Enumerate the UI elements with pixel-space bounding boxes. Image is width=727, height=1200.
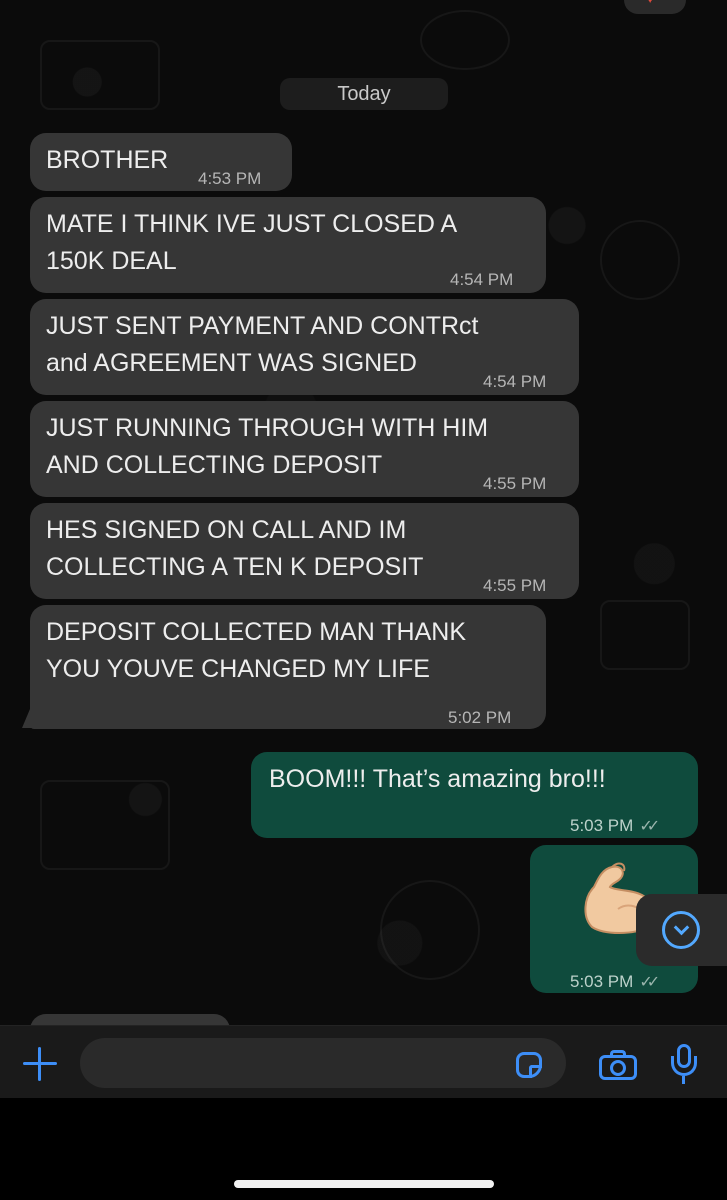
- message-text: HES SIGNED ON CALL AND IM COLLECTING A T…: [46, 516, 424, 581]
- message-bubble[interactable]: JUST RUNNING THROUGH WITH HIM AND COLLEC…: [30, 401, 579, 497]
- partial-message-bubble: [30, 1014, 230, 1025]
- chevron-down-icon: [662, 911, 700, 949]
- wallpaper-doodle: [380, 880, 480, 980]
- message-meta: 5:03 PM ✓✓: [570, 807, 660, 845]
- message-bubble[interactable]: HES SIGNED ON CALL AND IM COLLECTING A T…: [30, 503, 579, 599]
- message-composer: [0, 1025, 727, 1098]
- message-bubble-outgoing[interactable]: BOOM!!! That’s amazing bro!!! 5:03 PM ✓✓: [251, 752, 698, 838]
- chat-area[interactable]: ♥ Today BROTHER 4:53 PM MATE I THINK IVE…: [0, 0, 727, 1025]
- scroll-to-bottom-button[interactable]: [636, 894, 727, 966]
- message-time: 5:02 PM: [448, 708, 512, 727]
- message-time: 5:03 PM: [570, 816, 634, 835]
- message-bubble[interactable]: BROTHER 4:53 PM: [30, 133, 292, 191]
- wallpaper-doodle: [420, 10, 510, 70]
- message-text: DEPOSIT COLLECTED MAN THANK YOU YOUVE CH…: [46, 618, 466, 683]
- camera-icon[interactable]: [599, 1050, 637, 1080]
- message-time: 4:55 PM: [483, 474, 547, 493]
- message-bubble[interactable]: DEPOSIT COLLECTED MAN THANK YOU YOUVE CH…: [30, 605, 546, 729]
- wallpaper-doodle: [40, 40, 160, 110]
- home-indicator[interactable]: [234, 1180, 494, 1188]
- message-meta: 5:03 PM ✓✓: [570, 963, 660, 1001]
- message-text: JUST RUNNING THROUGH WITH HIM AND COLLEC…: [46, 414, 489, 479]
- reaction-badge[interactable]: ♥: [624, 0, 686, 14]
- plus-icon[interactable]: [22, 1046, 58, 1082]
- sticker-icon[interactable]: [516, 1052, 542, 1078]
- heart-icon: ♥: [646, 0, 660, 5]
- microphone-icon[interactable]: [670, 1044, 698, 1086]
- message-text: BROTHER: [46, 146, 169, 174]
- message-text: BOOM!!! That’s amazing bro!!!: [269, 765, 606, 793]
- wallpaper-doodle: [600, 220, 680, 300]
- message-time: 4:53 PM: [198, 169, 262, 188]
- message-bubble[interactable]: MATE I THINK IVE JUST CLOSED A 150K DEAL…: [30, 197, 546, 293]
- date-separator: Today: [280, 78, 448, 110]
- message-text: JUST SENT PAYMENT AND CONTRct and AGREEM…: [46, 312, 479, 377]
- message-input[interactable]: [80, 1038, 566, 1088]
- wallpaper-doodle: [600, 600, 690, 670]
- read-receipt-icon: ✓✓: [639, 974, 660, 991]
- message-time: 4:55 PM: [483, 576, 547, 595]
- message-bubble[interactable]: JUST SENT PAYMENT AND CONTRct and AGREEM…: [30, 299, 579, 395]
- read-receipt-icon: ✓✓: [639, 818, 660, 835]
- message-text: MATE I THINK IVE JUST CLOSED A 150K DEAL: [46, 210, 458, 275]
- message-time: 4:54 PM: [450, 270, 514, 289]
- message-time: 4:54 PM: [483, 372, 547, 391]
- wallpaper-doodle: [40, 780, 170, 870]
- message-time: 5:03 PM: [570, 972, 634, 991]
